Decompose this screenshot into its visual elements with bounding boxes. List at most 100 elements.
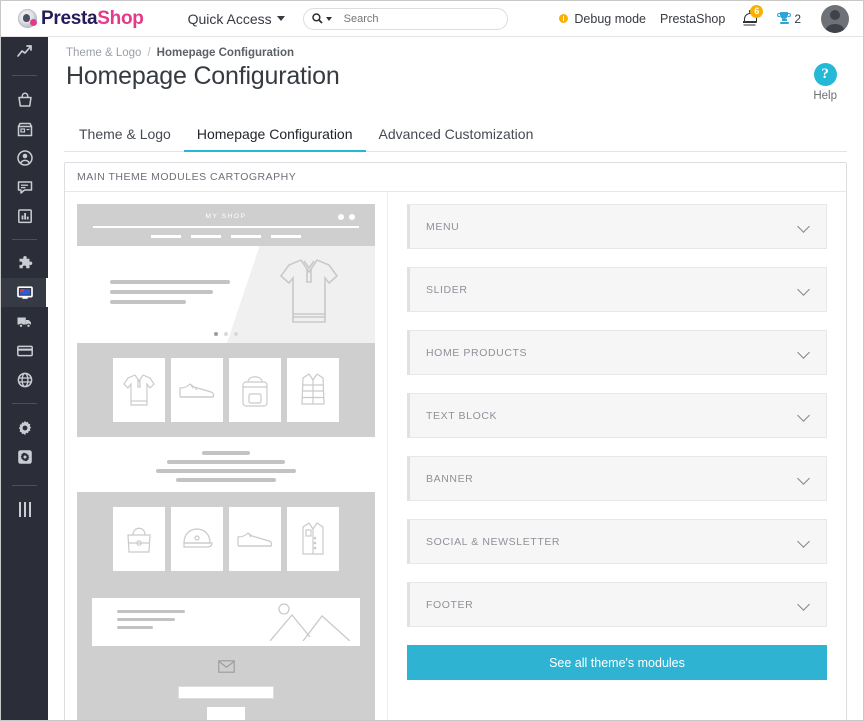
- achievements-count: 2: [794, 11, 801, 26]
- help-button[interactable]: ? Help: [813, 63, 837, 102]
- notification-count-badge: 6: [750, 5, 764, 18]
- help-label: Help: [813, 90, 837, 102]
- search-input[interactable]: [343, 12, 499, 25]
- sneaker-icon: [237, 532, 273, 547]
- top-header-bar: PrestaShop Quick Access Debug mode Prest…: [1, 1, 863, 37]
- puzzle-piece-icon: [16, 255, 34, 273]
- search-icon[interactable]: [311, 13, 332, 24]
- search-bar[interactable]: [302, 7, 508, 30]
- wireframe-slider-text: [110, 279, 230, 310]
- panel-label: BANNER: [426, 472, 474, 485]
- see-all-theme-modules-button[interactable]: See all theme's modules: [407, 645, 827, 680]
- page-header: Homepage Configuration ? Help: [64, 59, 847, 102]
- globe-icon: [16, 371, 34, 389]
- wireframe-banner: [92, 598, 360, 646]
- tab-advanced-customization[interactable]: Advanced Customization: [366, 120, 547, 151]
- warning-dot-icon: [559, 14, 569, 23]
- panel-banner[interactable]: BANNER: [407, 456, 827, 501]
- credit-card-icon: [16, 342, 34, 360]
- chat-bubble-icon: [16, 178, 34, 196]
- notifications-button[interactable]: 6: [743, 5, 764, 26]
- tab-theme-and-logo[interactable]: Theme & Logo: [66, 120, 184, 151]
- panel-slider[interactable]: SLIDER: [407, 267, 827, 312]
- wireframe-newsletter-submit[interactable]: [207, 707, 245, 720]
- chevron-down-icon[interactable]: [799, 599, 810, 610]
- tab-homepage-configuration[interactable]: Homepage Configuration: [183, 120, 366, 152]
- gear-box-icon: [16, 448, 34, 466]
- sidebar-item-design[interactable]: [1, 278, 52, 307]
- quick-access-dropdown[interactable]: Quick Access: [188, 11, 285, 27]
- shop-name-link[interactable]: PrestaShop: [660, 12, 725, 26]
- sidebar-collapse-toggle[interactable]: [1, 495, 48, 524]
- backpack-icon: [242, 376, 268, 407]
- chevron-down-icon[interactable]: [799, 410, 810, 421]
- gear-icon: [16, 419, 34, 437]
- panel-menu[interactable]: MENU: [407, 204, 827, 249]
- chevron-down-icon[interactable]: [799, 347, 810, 358]
- panel-home-products[interactable]: HOME PRODUCTS: [407, 330, 827, 375]
- sidebar-item-orders[interactable]: [1, 85, 48, 114]
- card-body: MY SHOP MENU SLIDER HOME PRODUCTS TEXT B…: [65, 192, 846, 720]
- sidebar-item-customers[interactable]: [1, 143, 48, 172]
- wireframe-product-tile: [287, 358, 339, 422]
- sidebar-item-catalog[interactable]: [1, 114, 48, 143]
- wireframe-newsletter-input[interactable]: [178, 686, 274, 699]
- panel-footer[interactable]: FOOTER: [407, 582, 827, 627]
- sidebar-item-advanced-parameters[interactable]: [1, 442, 48, 471]
- envelope-icon: [217, 660, 235, 678]
- panel-label: SLIDER: [426, 283, 468, 296]
- panel-label: TEXT BLOCK: [426, 409, 498, 422]
- wireframe-product-tile: [171, 507, 223, 571]
- sidebar-divider: [12, 239, 37, 240]
- module-sections-list: MENU SLIDER HOME PRODUCTS TEXT BLOCK BAN…: [388, 192, 846, 720]
- chevron-down-icon: [276, 16, 285, 21]
- wireframe-slider: [77, 246, 375, 343]
- sidebar-item-payment[interactable]: [1, 336, 48, 365]
- card-header-title: MAIN THEME MODULES CARTOGRAPHY: [65, 163, 846, 192]
- truck-icon: [16, 313, 34, 331]
- sidebar-item-shipping[interactable]: [1, 307, 48, 336]
- bar-chart-icon: [16, 207, 34, 225]
- wireframe-product-tile: [229, 358, 281, 422]
- wireframe-carousel-dots[interactable]: [214, 332, 238, 336]
- chevron-down-icon[interactable]: [799, 221, 810, 232]
- shopping-basket-icon: [16, 91, 34, 109]
- breadcrumb-separator: /: [147, 47, 151, 59]
- polo-shirt-icon: [277, 254, 341, 333]
- wireframe-header-icons: [338, 214, 355, 220]
- wireframe-product-tile: [113, 507, 165, 571]
- panel-social-and-newsletter[interactable]: SOCIAL & NEWSLETTER: [407, 519, 827, 564]
- prestashop-admin-window: PrestaShop Quick Access Debug mode Prest…: [0, 0, 864, 721]
- wireframe-product-tile: [287, 507, 339, 571]
- chevron-down-icon[interactable]: [799, 536, 810, 547]
- cap-icon: [183, 528, 213, 548]
- polo-shirt-icon: [123, 374, 155, 406]
- avatar[interactable]: [821, 4, 849, 33]
- mountain-landscape-icon: [269, 601, 351, 646]
- sidebar-item-modules[interactable]: [1, 249, 48, 278]
- wireframe-product-tile: [229, 507, 281, 571]
- trending-up-icon: [16, 43, 34, 61]
- panel-text-block[interactable]: TEXT BLOCK: [407, 393, 827, 438]
- breadcrumb-parent[interactable]: Theme & Logo: [66, 47, 141, 59]
- chevron-down-icon[interactable]: [799, 473, 810, 484]
- wireframe-header-bar: MY SHOP: [77, 204, 375, 246]
- sidebar-item-customer-service[interactable]: [1, 172, 48, 201]
- wireframe-search-bar: [93, 226, 359, 228]
- prestashop-logo[interactable]: PrestaShop: [18, 8, 144, 30]
- sidebar-item-dashboard[interactable]: [1, 37, 48, 66]
- cartography-card: MAIN THEME MODULES CARTOGRAPHY MY SHOP M…: [64, 162, 847, 720]
- logo-text-presta: Presta: [41, 7, 98, 29]
- sidebar-item-shop-parameters[interactable]: [1, 413, 48, 442]
- sidebar-item-stats[interactable]: [1, 201, 48, 230]
- sidebar-divider: [12, 485, 37, 486]
- chevron-down-icon[interactable]: [799, 284, 810, 295]
- achievements-button[interactable]: 2: [777, 11, 801, 26]
- logo-text-shop: Shop: [97, 7, 144, 29]
- panel-label: FOOTER: [426, 598, 474, 611]
- main-content-area: Theme & Logo / Homepage Configuration Ho…: [48, 37, 863, 720]
- breadcrumb: Theme & Logo / Homepage Configuration: [64, 37, 847, 59]
- sidebar-item-international[interactable]: [1, 365, 48, 394]
- panel-label: HOME PRODUCTS: [426, 346, 528, 359]
- search-filter-chevron-icon[interactable]: [325, 16, 332, 21]
